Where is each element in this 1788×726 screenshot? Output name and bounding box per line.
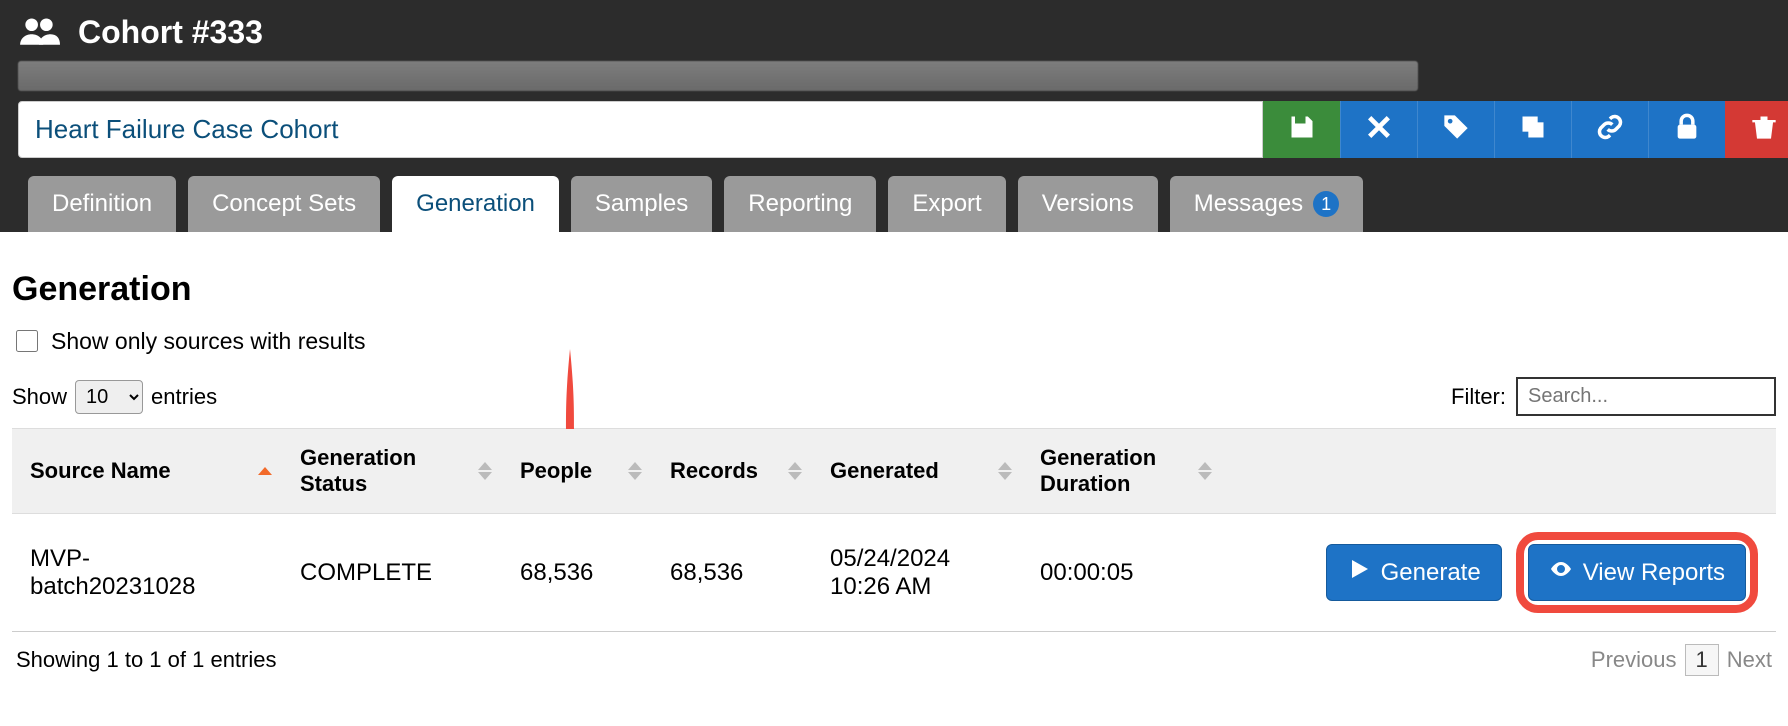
col-generated[interactable]: Generated [812, 429, 1022, 514]
tab-label: Samples [595, 190, 688, 218]
tab-definition[interactable]: Definition [28, 176, 176, 232]
cell-people: 68,536 [502, 514, 652, 632]
page-size-select[interactable]: 10 25 50 100 [75, 380, 143, 414]
pager: Previous 1 Next [1591, 644, 1772, 676]
link-button[interactable] [1571, 101, 1648, 158]
users-icon [18, 15, 60, 50]
cell-status: COMPLETE [282, 514, 502, 632]
generate-button[interactable]: Generate [1326, 544, 1502, 601]
show-only-results-label: Show only sources with results [51, 328, 365, 355]
view-reports-button[interactable]: View Reports [1528, 544, 1746, 601]
tab-messages[interactable]: Messages 1 [1170, 176, 1363, 232]
trash-icon [1750, 113, 1778, 146]
show-label: Show [12, 384, 67, 410]
copy-icon [1519, 113, 1547, 146]
tab-bar: Definition Concept Sets Generation Sampl… [18, 176, 1770, 232]
cohort-name-input[interactable] [18, 101, 1263, 158]
tab-label: Generation [416, 190, 535, 218]
tab-label: Reporting [748, 190, 852, 218]
generate-label: Generate [1381, 559, 1481, 587]
sort-icon [788, 462, 802, 480]
tab-export[interactable]: Export [888, 176, 1005, 232]
tab-label: Definition [52, 190, 152, 218]
lock-icon [1673, 113, 1701, 146]
delete-button[interactable] [1725, 101, 1788, 158]
section-heading: Generation [12, 270, 1776, 309]
filter-input[interactable] [1516, 377, 1776, 416]
tab-label: Versions [1042, 190, 1134, 218]
col-actions [1222, 429, 1776, 514]
entries-label: entries [151, 384, 217, 410]
play-icon [1347, 557, 1371, 588]
view-reports-highlight: View Reports [1516, 532, 1758, 613]
tag-icon [1442, 113, 1470, 146]
sort-icon [478, 462, 492, 480]
sort-icon [628, 462, 642, 480]
view-reports-label: View Reports [1583, 559, 1725, 587]
save-button[interactable] [1263, 101, 1340, 158]
cell-records: 68,536 [652, 514, 812, 632]
tab-label: Concept Sets [212, 190, 356, 218]
generation-table: Source Name Generation Status People Rec… [12, 428, 1776, 632]
tab-label: Export [912, 190, 981, 218]
cell-source-name: MVP-batch20231028 [12, 514, 282, 632]
tab-generation[interactable]: Generation [392, 176, 559, 232]
page-title-row: Cohort #333 [18, 0, 1770, 61]
col-records[interactable]: Records [652, 429, 812, 514]
link-icon [1596, 113, 1624, 146]
redacted-bar [18, 61, 1418, 91]
close-button[interactable] [1340, 101, 1417, 158]
messages-badge: 1 [1313, 191, 1339, 217]
col-duration[interactable]: Generation Duration [1022, 429, 1222, 514]
table-info: Showing 1 to 1 of 1 entries [16, 647, 277, 673]
sort-icon [1198, 462, 1212, 480]
table-row: MVP-batch20231028 COMPLETE 68,536 68,536… [12, 514, 1776, 632]
cell-duration: 00:00:05 [1022, 514, 1222, 632]
show-only-results-row[interactable]: Show only sources with results [12, 327, 1776, 355]
table-header-row: Source Name Generation Status People Rec… [12, 429, 1776, 514]
lock-button[interactable] [1648, 101, 1725, 158]
tab-versions[interactable]: Versions [1018, 176, 1158, 232]
copy-button[interactable] [1494, 101, 1571, 158]
tab-concept-sets[interactable]: Concept Sets [188, 176, 380, 232]
filter-label: Filter: [1451, 384, 1506, 410]
col-source-name[interactable]: Source Name [12, 429, 282, 514]
tab-samples[interactable]: Samples [571, 176, 712, 232]
col-generation-status[interactable]: Generation Status [282, 429, 502, 514]
close-icon [1365, 113, 1393, 146]
col-people[interactable]: People [502, 429, 652, 514]
cell-actions: Generate View Reports [1222, 514, 1776, 632]
tab-label: Messages [1194, 190, 1303, 218]
eye-icon [1549, 557, 1573, 588]
sort-icon [258, 467, 272, 475]
page-title: Cohort #333 [78, 14, 263, 51]
tab-reporting[interactable]: Reporting [724, 176, 876, 232]
cell-generated: 05/24/2024 10:26 AM [812, 514, 1022, 632]
pager-next[interactable]: Next [1727, 647, 1772, 673]
tag-button[interactable] [1417, 101, 1494, 158]
save-icon [1288, 113, 1316, 146]
pager-page[interactable]: 1 [1685, 644, 1719, 676]
pager-prev[interactable]: Previous [1591, 647, 1677, 673]
sort-icon [998, 462, 1012, 480]
show-only-results-checkbox[interactable] [16, 330, 38, 352]
